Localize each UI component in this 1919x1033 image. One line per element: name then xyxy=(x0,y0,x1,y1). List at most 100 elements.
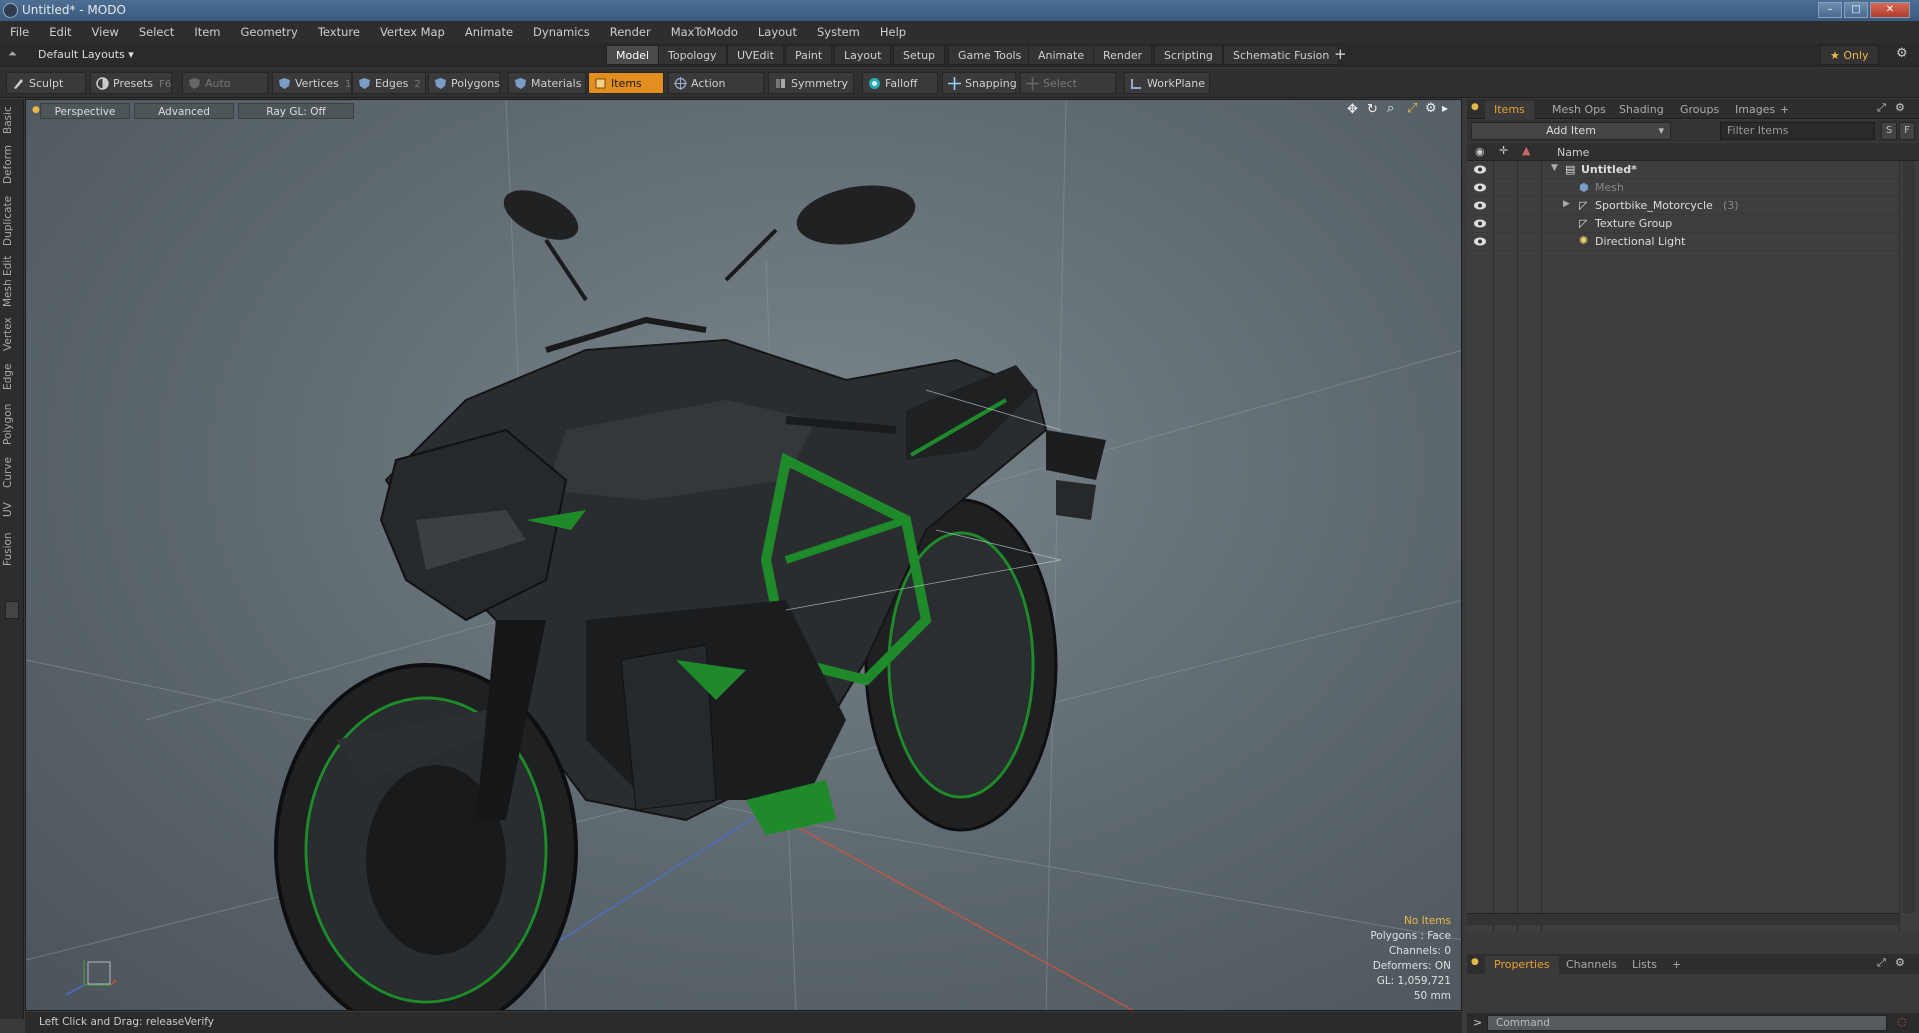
menu-file[interactable]: File xyxy=(0,25,39,39)
tab-shading[interactable]: Shading xyxy=(1610,101,1673,119)
raygl-toggle[interactable]: Ray GL: Off xyxy=(238,103,354,119)
sculpt-button[interactable]: Sculpt xyxy=(6,72,86,94)
rotate-icon[interactable]: ↻ xyxy=(1367,102,1378,117)
menu-edit[interactable]: Edit xyxy=(39,25,81,39)
tab-items[interactable]: Items xyxy=(1485,101,1534,119)
menu-help[interactable]: Help xyxy=(870,25,916,39)
zoom-icon[interactable]: ⌕ xyxy=(1387,101,1394,116)
tab-mesh-ops[interactable]: Mesh Ops xyxy=(1543,101,1615,119)
left-tab-vertex[interactable]: Vertex xyxy=(2,315,22,353)
tab-properties[interactable]: Properties xyxy=(1485,956,1559,974)
eye-icon[interactable] xyxy=(1473,200,1487,211)
panel-expand-icon[interactable]: ⤢ xyxy=(1877,101,1886,115)
tree-row-sportbike-motorcycle[interactable]: ▶ ◸ Sportbike_Motorcycle (3) xyxy=(1467,197,1899,215)
menu-view[interactable]: View xyxy=(82,25,129,39)
symmetry-button[interactable]: Symmetry xyxy=(768,72,854,94)
menu-maxtomodo[interactable]: MaxToModo xyxy=(661,25,748,39)
presets-button[interactable]: Presets F6 xyxy=(90,72,172,94)
items-button[interactable]: Items xyxy=(588,72,664,94)
menu-render[interactable]: Render xyxy=(600,25,661,39)
motorcycle-model[interactable] xyxy=(274,177,1106,1011)
left-tab-basic[interactable]: Basic xyxy=(2,105,22,135)
left-tab-fusion[interactable]: Fusion xyxy=(2,529,22,569)
tab-scripting[interactable]: Scripting xyxy=(1154,45,1223,65)
s-toggle-button[interactable]: S xyxy=(1881,122,1897,140)
minimize-button[interactable]: – xyxy=(1818,2,1842,18)
tab-layout[interactable]: Layout xyxy=(834,45,892,65)
left-tab-curve[interactable]: Curve xyxy=(2,455,22,491)
maximize-button[interactable]: □ xyxy=(1844,2,1868,18)
workplane-button[interactable]: WorkPlane xyxy=(1124,72,1210,94)
left-tab-duplicate[interactable]: Duplicate xyxy=(2,195,22,247)
tree-vertical-scrollbar[interactable] xyxy=(1903,161,1915,913)
name-column-header[interactable]: Name xyxy=(1557,146,1589,159)
pan-icon[interactable]: ✥ xyxy=(1347,102,1358,117)
auto-select-button[interactable]: Auto Select xyxy=(182,72,268,112)
add-item-dropdown[interactable]: Add Item ▾ xyxy=(1471,122,1671,140)
menu-system[interactable]: System xyxy=(807,25,870,39)
3d-viewport[interactable]: ● Perspective Advanced Ray GL: Off ✥ ↻ ⌕… xyxy=(25,99,1462,1011)
left-tabs-collapse-button[interactable] xyxy=(5,601,19,619)
properties-gear-icon[interactable]: ⚙ xyxy=(1895,956,1905,969)
polygons-button[interactable]: Polygons xyxy=(428,72,500,94)
add-panel-tab-button[interactable]: + xyxy=(1771,101,1798,119)
tab-model[interactable]: Model xyxy=(606,45,660,65)
menu-item[interactable]: Item xyxy=(184,25,230,39)
left-tab-deform[interactable]: Deform xyxy=(2,143,22,185)
perspective-dropdown[interactable]: Perspective xyxy=(40,103,130,119)
falloff-button[interactable]: Falloff xyxy=(862,72,938,94)
menu-vertex-map[interactable]: Vertex Map xyxy=(370,25,455,39)
menu-animate[interactable]: Animate xyxy=(455,25,523,39)
tab-game-tools[interactable]: Game Tools xyxy=(948,45,1032,65)
menu-select[interactable]: Select xyxy=(129,25,184,39)
eye-icon[interactable] xyxy=(1473,218,1487,229)
collapse-arrow-icon[interactable]: ⏶ xyxy=(8,47,17,61)
viewport-expand-arrow-icon[interactable]: ▸ xyxy=(1442,101,1448,115)
eye-icon[interactable] xyxy=(1473,236,1487,247)
action-center-button[interactable]: Action Center xyxy=(668,72,764,112)
left-tab-edge[interactable]: Edge xyxy=(2,361,22,393)
panel-menu-dot-icon[interactable]: ● xyxy=(1471,102,1479,112)
left-tab-uv[interactable]: UV xyxy=(2,499,22,521)
tab-render[interactable]: Render xyxy=(1093,45,1153,65)
expand-triangle-icon[interactable]: ▶ xyxy=(1563,199,1570,209)
tree-row-mesh[interactable]: ⬢ Mesh xyxy=(1467,179,1899,197)
viewport-menu-dot-icon[interactable]: ● xyxy=(32,105,40,115)
lock-column-icon[interactable]: ✛ xyxy=(1499,144,1508,157)
eye-icon[interactable] xyxy=(1473,182,1487,193)
menu-geometry[interactable]: Geometry xyxy=(231,25,308,39)
menu-texture[interactable]: Texture xyxy=(308,25,370,39)
tab-uvedit[interactable]: UVEdit xyxy=(727,45,784,65)
command-input[interactable]: Command xyxy=(1487,1015,1887,1031)
tab-topology[interactable]: Topology xyxy=(658,45,727,65)
left-tab-polygon[interactable]: Polygon xyxy=(2,401,22,447)
select-through-button[interactable]: Select Through xyxy=(1020,72,1116,112)
vertices-button[interactable]: Vertices 1 xyxy=(272,72,352,94)
f-toggle-button[interactable]: F xyxy=(1899,122,1915,140)
tree-row-directional-light[interactable]: ✺ Directional Light xyxy=(1467,233,1899,251)
tab-groups[interactable]: Groups xyxy=(1671,101,1728,119)
close-button[interactable]: ✕ xyxy=(1870,2,1910,18)
maximize-viewport-icon[interactable]: ⤢ xyxy=(1407,101,1417,116)
left-tab-mesh-edit[interactable]: Mesh Edit xyxy=(2,255,22,307)
add-properties-tab-button[interactable]: + xyxy=(1663,956,1690,974)
menu-dynamics[interactable]: Dynamics xyxy=(523,25,600,39)
edges-button[interactable]: Edges 2 xyxy=(352,72,426,94)
panel-gear-icon[interactable]: ⚙ xyxy=(1895,101,1905,114)
materials-button[interactable]: Materials xyxy=(508,72,586,94)
default-layouts-dropdown[interactable]: Default Layouts ▾ xyxy=(38,48,134,61)
render-column-icon[interactable]: ▲ xyxy=(1522,144,1530,157)
tab-lists[interactable]: Lists xyxy=(1623,956,1666,974)
collapse-triangle-icon[interactable]: ▼ xyxy=(1551,163,1558,173)
tree-row-texture-group[interactable]: ◸ Texture Group xyxy=(1467,215,1899,233)
tab-setup[interactable]: Setup xyxy=(893,45,946,65)
only-toggle[interactable]: ★ Only xyxy=(1820,45,1879,65)
menu-layout[interactable]: Layout xyxy=(748,25,807,39)
tree-row-untitled[interactable]: ▼ ▤ Untitled* xyxy=(1467,161,1899,179)
snapping-button[interactable]: Snapping xyxy=(942,72,1017,94)
tab-animate[interactable]: Animate xyxy=(1028,45,1095,65)
tab-schematic-fusion[interactable]: Schematic Fusion xyxy=(1223,45,1340,65)
filter-items-input[interactable]: Filter Items xyxy=(1720,122,1875,140)
gear-icon[interactable]: ⚙ xyxy=(1896,46,1908,61)
command-history-icon[interactable]: ◌ xyxy=(1897,1015,1907,1028)
